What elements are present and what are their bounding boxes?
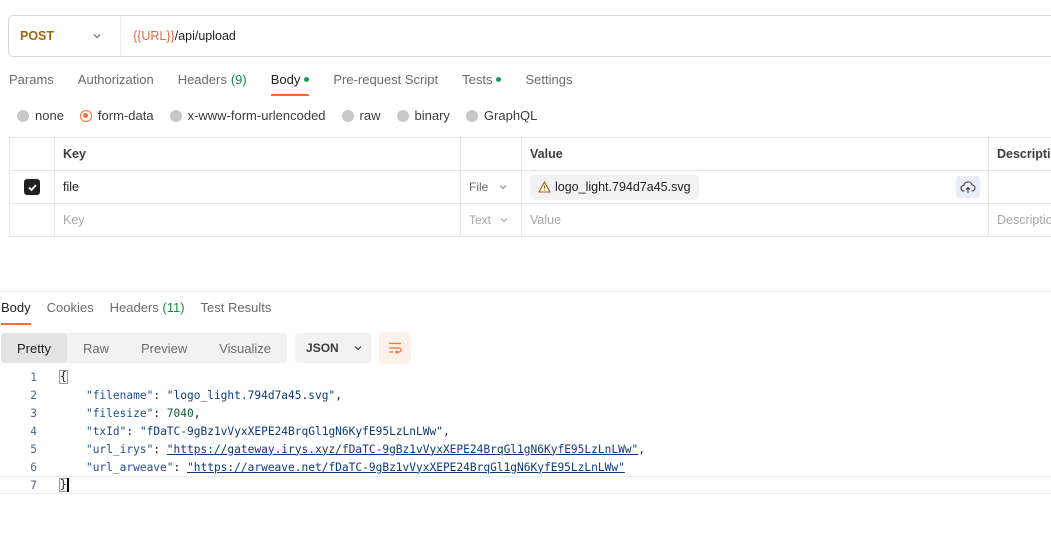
radio-icon <box>169 109 182 122</box>
request-url-bar: POST {{URL}}/api/upload <box>8 15 1051 57</box>
response-headers-count: (11) <box>162 300 185 315</box>
line-number: 5 <box>30 442 37 456</box>
view-pretty-button[interactable]: Pretty <box>1 333 67 363</box>
chevron-down-icon <box>93 34 101 39</box>
code-line: 6 "url_arweave": "https://arweave.net/fD… <box>0 458 1051 476</box>
line-number: 7 <box>30 478 37 492</box>
view-preview-button[interactable]: Preview <box>125 333 203 363</box>
radio-icon <box>396 109 409 122</box>
json-key: "filesize" <box>85 406 154 420</box>
view-mode-segmented: Pretty Raw Preview Visualize <box>1 333 288 363</box>
radio-graphql[interactable]: GraphQL <box>465 108 537 123</box>
table-header-row: Key Value Description <box>10 138 1051 171</box>
pane-divider[interactable] <box>0 291 1051 292</box>
headers-count: (9) <box>230 72 247 87</box>
chevron-down-icon <box>500 218 508 223</box>
json-key: "url_arweave" <box>85 460 174 474</box>
code-line: 1 { <box>0 368 1051 386</box>
response-view-bar: Pretty Raw Preview Visualize JSON <box>1 332 412 364</box>
tab-test-results[interactable]: Test Results <box>201 300 272 325</box>
line-number: 1 <box>30 370 37 384</box>
method-label: POST <box>20 29 55 43</box>
radio-icon <box>465 109 478 122</box>
json-string-value: "fDaTC-9gBz1vVyxXEPE24BrqGl1gN6KyfE95LzL… <box>139 424 443 438</box>
code-line: 5 "url_irys": "https://gateway.irys.xyz/… <box>0 440 1051 458</box>
column-header-value: Value <box>522 138 989 170</box>
json-key: "filename" <box>85 388 154 402</box>
tab-response-body[interactable]: Body <box>1 300 31 325</box>
radio-selected-icon <box>79 109 92 122</box>
json-key: "txId" <box>85 424 127 438</box>
code-line: 3 "filesize": 7040, <box>0 404 1051 422</box>
check-icon <box>27 183 37 191</box>
url-variable: {{URL}} <box>133 29 175 43</box>
cloud-upload-icon <box>960 181 976 193</box>
response-tabs: Body Cookies Headers (11) Test Results <box>1 300 287 325</box>
tab-response-headers[interactable]: Headers (11) <box>110 300 185 325</box>
tab-tests[interactable]: Tests <box>462 72 502 96</box>
row-enabled-checkbox[interactable] <box>24 179 40 195</box>
text-cursor <box>66 478 69 492</box>
tab-pre-request-script[interactable]: Pre-request Script <box>333 72 438 96</box>
line-number: 6 <box>30 460 37 474</box>
line-number: 3 <box>30 406 37 420</box>
code-line-current: 7 } <box>0 476 1051 494</box>
url-input[interactable]: {{URL}}/api/upload <box>121 29 236 43</box>
code-line: 2 "filename": "logo_light.794d7a45.svg", <box>0 386 1051 404</box>
radio-binary[interactable]: binary <box>396 108 450 123</box>
tab-headers[interactable]: Headers (9) <box>178 72 247 96</box>
tab-params[interactable]: Params <box>9 72 54 96</box>
tab-body[interactable]: Body <box>270 72 310 96</box>
description-input[interactable]: Description <box>989 204 1051 236</box>
radio-icon <box>341 109 354 122</box>
column-header-description: Description <box>989 138 1051 170</box>
radio-form-data[interactable]: form-data <box>79 108 154 123</box>
upload-cloud-button[interactable] <box>956 176 980 198</box>
value-input[interactable]: Value <box>522 204 989 236</box>
radio-x-www-form-urlencoded[interactable]: x-www-form-urlencoded <box>169 108 326 123</box>
key-input[interactable]: Key <box>55 204 461 236</box>
view-visualize-button[interactable]: Visualize <box>203 333 287 363</box>
type-selector[interactable]: Text <box>461 204 522 236</box>
json-string-value: "logo_light.794d7a45.svg" <box>166 388 336 402</box>
tab-authorization[interactable]: Authorization <box>78 72 154 96</box>
json-key: "url_irys" <box>85 442 154 456</box>
view-raw-button[interactable]: Raw <box>67 333 125 363</box>
tab-response-cookies[interactable]: Cookies <box>47 300 94 325</box>
selected-file-chip[interactable]: logo_light.794d7a45.svg <box>530 174 699 200</box>
method-selector[interactable]: POST <box>9 16 121 56</box>
table-row: file File logo_light.794d7a45.svg <box>10 171 1051 204</box>
type-selector[interactable]: File <box>461 171 522 203</box>
table-row-empty: Key Text Value Description <box>10 204 1051 237</box>
open-brace: { <box>59 370 68 384</box>
description-field[interactable] <box>989 171 1051 203</box>
column-header-key: Key <box>55 138 461 170</box>
tests-status-dot <box>496 77 502 82</box>
radio-none[interactable]: none <box>17 108 64 123</box>
request-tabs: Params Authorization Headers (9) Body Pre… <box>9 72 596 96</box>
radio-icon <box>17 109 29 122</box>
response-json-viewer[interactable]: 1 { 2 "filename": "logo_light.794d7a45.s… <box>0 368 1051 494</box>
url-path: /api/upload <box>174 29 236 43</box>
body-type-selector: none form-data x-www-form-urlencoded raw… <box>17 108 553 123</box>
line-number: 4 <box>30 424 37 438</box>
warning-icon <box>538 181 551 193</box>
form-data-table: Key Value Description file File logo_lig… <box>9 137 1051 237</box>
line-number: 2 <box>30 388 37 402</box>
radio-raw[interactable]: raw <box>341 108 381 123</box>
chevron-down-icon <box>499 185 507 190</box>
json-url-link[interactable]: "https://arweave.net/fDaTC-9gBz1vVyxXEPE… <box>187 461 625 474</box>
code-line: 4 "txId": "fDaTC-9gBz1vVyxXEPE24BrqGl1gN… <box>0 422 1051 440</box>
chevron-down-icon <box>354 346 362 351</box>
json-number-value: 7040 <box>166 406 194 420</box>
key-field[interactable]: file <box>55 171 461 203</box>
wrap-lines-icon <box>389 342 402 354</box>
body-status-dot <box>304 77 310 82</box>
tab-settings[interactable]: Settings <box>525 72 572 96</box>
json-url-link[interactable]: "https://gateway.irys.xyz/fDaTC-9gBz1vVy… <box>167 443 638 456</box>
wrap-lines-button[interactable] <box>379 332 412 364</box>
format-selector[interactable]: JSON <box>295 333 372 363</box>
